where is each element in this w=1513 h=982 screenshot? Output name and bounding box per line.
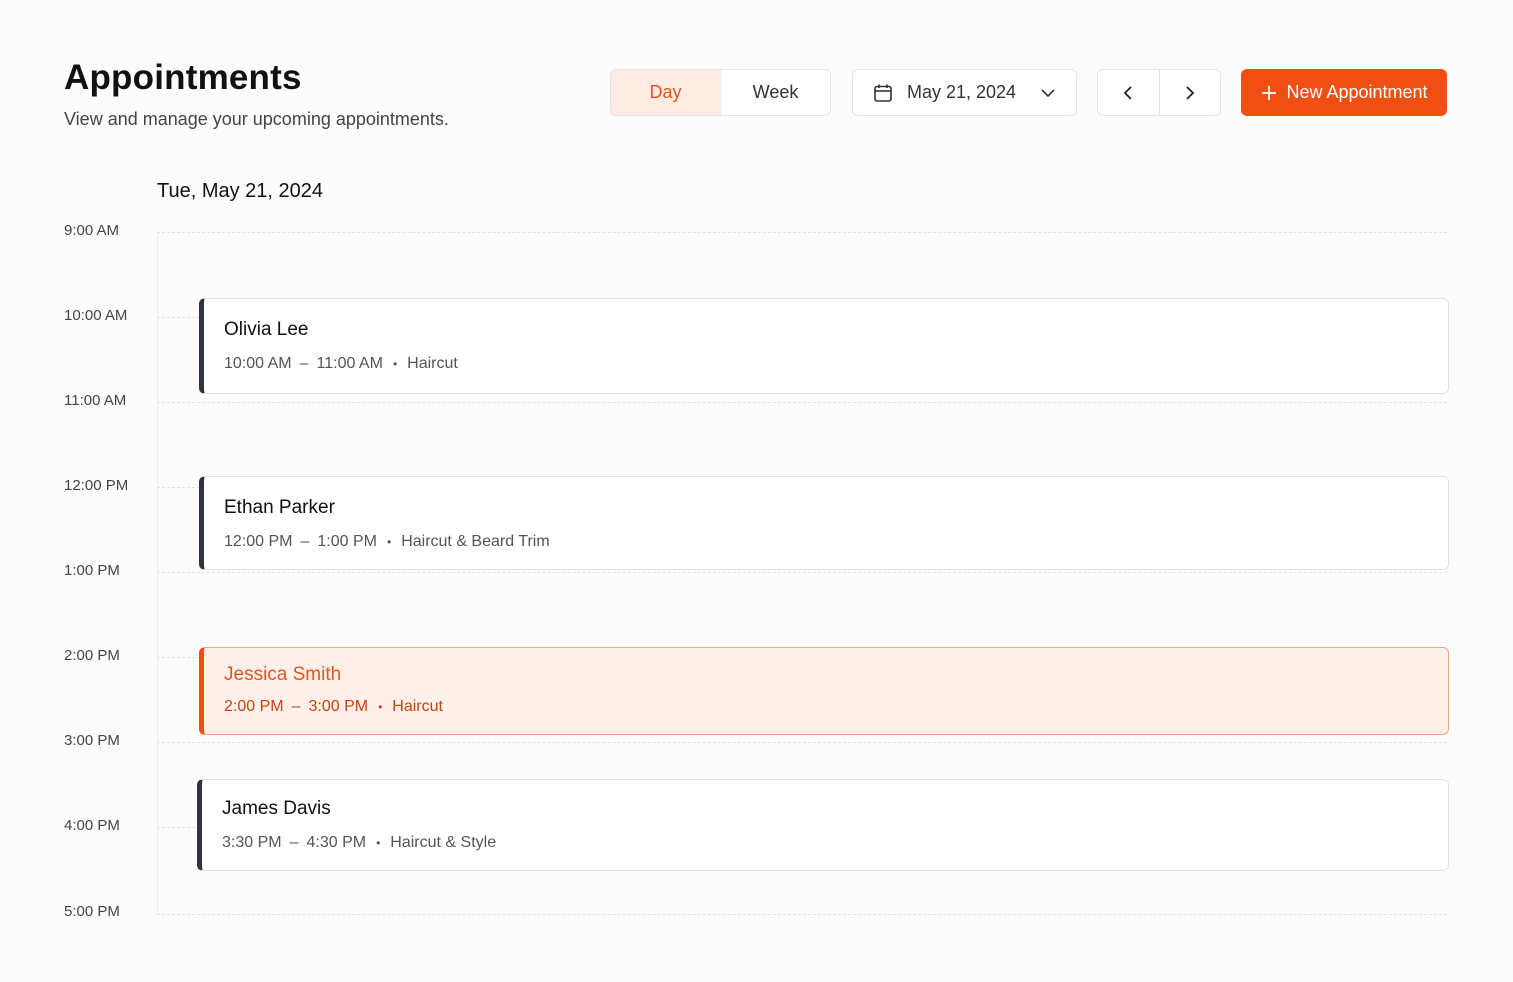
view-toggle: Day Week: [610, 69, 831, 116]
start-time: 2:00 PM: [224, 698, 284, 715]
time-label: 12:00 PM: [64, 477, 129, 494]
calendar-icon: [873, 83, 893, 103]
date-navigation: [1097, 69, 1221, 116]
time-label: 4:00 PM: [64, 817, 120, 834]
time-label: 10:00 AM: [64, 307, 128, 324]
time-label: 1:00 PM: [64, 562, 120, 579]
appointment-details: 3:30 PM – 4:30 PM • Haircut & Style: [222, 834, 497, 851]
timeline-axis: [157, 232, 158, 914]
page-subtitle: View and manage your upcoming appointmen…: [64, 109, 449, 129]
day-heading: Tue, May 21, 2024: [157, 180, 324, 202]
service-name: Haircut & Beard Trim: [401, 533, 550, 550]
end-time: 11:00 AM: [316, 355, 383, 372]
appointment-card[interactable]: Ethan Parker 12:00 PM – 1:00 PM • Haircu…: [199, 476, 1449, 570]
time-label: 3:00 PM: [64, 732, 120, 749]
end-time: 3:00 PM: [308, 698, 369, 715]
appointment-card-selected[interactable]: Jessica Smith 2:00 PM – 3:00 PM • Haircu…: [199, 647, 1449, 735]
chevron-left-icon: [1121, 85, 1135, 101]
time-label: 9:00 AM: [64, 222, 120, 239]
previous-button[interactable]: [1098, 70, 1159, 115]
appointment-details: 12:00 PM – 1:00 PM • Haircut & Beard Tri…: [224, 533, 550, 550]
time-label: 2:00 PM: [64, 647, 120, 664]
selected-date: May 21, 2024: [907, 82, 1017, 102]
chevron-down-icon: [1040, 85, 1056, 101]
service-name: Haircut: [407, 355, 458, 372]
hour-gridline: [157, 572, 1447, 573]
appointment-card[interactable]: Olivia Lee 10:00 AM – 11:00 AM • Haircut: [199, 298, 1449, 394]
new-appointment-label: New Appointment: [1286, 82, 1428, 102]
client-name: Ethan Parker: [224, 497, 335, 518]
view-day-button[interactable]: Day: [611, 70, 720, 115]
time-label: 11:00 AM: [64, 392, 127, 409]
view-week-button[interactable]: Week: [720, 70, 830, 115]
appointment-card[interactable]: James Davis 3:30 PM – 4:30 PM • Haircut …: [197, 779, 1449, 871]
hour-gridline: [157, 232, 1447, 233]
start-time: 12:00 PM: [224, 533, 293, 550]
hour-gridline: [157, 402, 1447, 403]
start-time: 10:00 AM: [224, 355, 292, 372]
end-time: 1:00 PM: [317, 533, 377, 550]
new-appointment-button[interactable]: New Appointment: [1241, 69, 1447, 116]
time-label: 5:00 PM: [64, 903, 120, 920]
end-time: 4:30 PM: [306, 834, 367, 851]
client-name: James Davis: [222, 798, 331, 819]
appointment-details: 10:00 AM – 11:00 AM • Haircut: [224, 355, 458, 372]
page-title: Appointments: [64, 58, 302, 97]
date-picker[interactable]: May 21, 2024: [852, 69, 1077, 116]
plus-icon: [1260, 84, 1278, 102]
client-name: Jessica Smith: [224, 664, 342, 685]
hour-gridline: [157, 914, 1447, 915]
start-time: 3:30 PM: [222, 834, 282, 851]
client-name: Olivia Lee: [224, 319, 309, 340]
service-name: Haircut & Style: [390, 834, 497, 851]
hour-gridline: [157, 742, 1447, 743]
next-button[interactable]: [1158, 70, 1221, 115]
chevron-right-icon: [1183, 85, 1197, 101]
service-name: Haircut: [392, 698, 443, 715]
appointment-details: 2:00 PM – 3:00 PM • Haircut: [224, 698, 443, 715]
